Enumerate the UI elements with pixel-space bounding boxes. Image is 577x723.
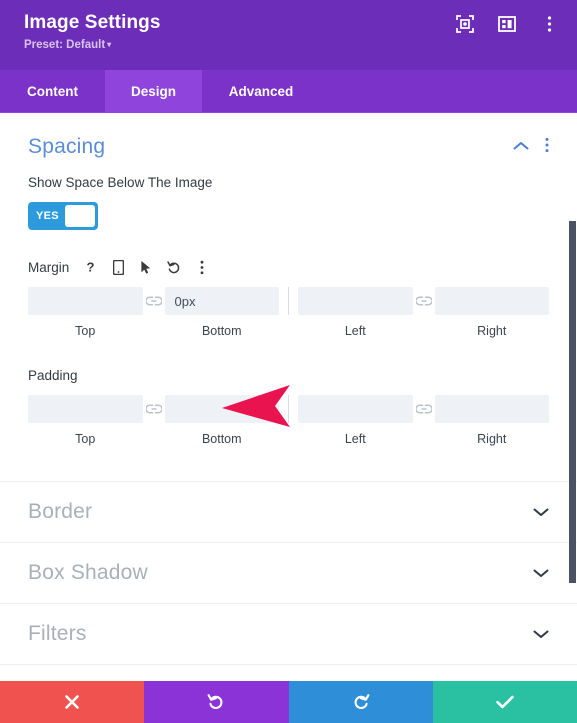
chevron-down-icon[interactable] [533, 507, 549, 517]
header-actions [455, 0, 559, 34]
tab-advanced[interactable]: Advanced [202, 70, 320, 112]
margin-left-input[interactable] [298, 287, 413, 315]
margin-fields: Top Bottom [28, 287, 549, 338]
spacing-header-actions [513, 137, 549, 158]
spacing-section-header[interactable]: Spacing [28, 113, 549, 175]
padding-top-bottom: Top Bottom [28, 395, 279, 446]
section-filters-title: Filters [28, 622, 87, 645]
padding-right-cell: Right [434, 395, 549, 446]
margin-title-row: Margin ? [28, 258, 549, 276]
responsive-device-icon[interactable] [111, 259, 125, 275]
padding-bottom-caption: Bottom [201, 432, 242, 446]
help-icon[interactable]: ? [83, 259, 97, 275]
margin-top-input[interactable] [28, 287, 143, 315]
padding-right-input[interactable] [434, 395, 549, 423]
margin-right-cell: Right [434, 287, 549, 338]
margin-divider [288, 287, 289, 315]
reset-icon[interactable] [167, 259, 181, 275]
spacing-section-title: Spacing [28, 135, 106, 158]
hover-pointer-icon[interactable] [139, 259, 153, 275]
discard-button[interactable] [0, 681, 145, 723]
margin-right-input[interactable] [434, 287, 549, 315]
padding-title-row: Padding [28, 366, 549, 384]
tab-content[interactable]: Content [0, 70, 105, 112]
link-padding-top-bottom-icon[interactable] [143, 395, 165, 423]
section-transform[interactable]: Transform [0, 665, 577, 681]
padding-bottom-cell: Bottom [164, 395, 279, 446]
margin-top-caption: Top [75, 324, 96, 338]
section-border-title: Border [28, 500, 93, 523]
padding-left-cell: Left [298, 395, 413, 446]
margin-right-caption: Right [477, 324, 507, 338]
preset-label: Preset: Default [24, 39, 106, 51]
margin-left-cell: Left [298, 287, 413, 338]
settings-body: Spacing Show Space Below The Image YES M… [0, 113, 577, 681]
image-settings-modal: Image Settings Preset: Default ▾ Content… [0, 0, 577, 723]
margin-left-caption: Left [344, 324, 366, 338]
chevron-down-icon[interactable] [533, 568, 549, 578]
link-top-bottom-icon[interactable] [143, 287, 165, 315]
padding-divider [288, 395, 289, 423]
more-options-icon[interactable] [539, 14, 559, 34]
settings-tabs: Content Design Advanced [0, 70, 577, 113]
padding-top-cell: Top [28, 395, 143, 446]
chevron-up-icon[interactable] [513, 138, 529, 156]
margin-bottom-cell: Bottom [164, 287, 279, 338]
padding-bottom-input[interactable] [164, 395, 279, 423]
section-border[interactable]: Border [0, 482, 577, 543]
section-box-shadow[interactable]: Box Shadow [0, 543, 577, 604]
link-left-right-icon[interactable] [413, 287, 435, 315]
section-filters[interactable]: Filters [0, 604, 577, 665]
padding-group: Padding Top Bottom Left Right [28, 366, 549, 446]
padding-top-input[interactable] [28, 395, 143, 423]
page-title: Image Settings [24, 12, 161, 33]
header-title-block: Image Settings Preset: Default ▾ [24, 0, 161, 52]
padding-left-input[interactable] [298, 395, 413, 423]
scrollbar-track[interactable] [568, 113, 577, 681]
scrollbar-thumb[interactable] [569, 221, 576, 583]
padding-fields: Top Bottom Left Right [28, 395, 549, 446]
preset-selector[interactable]: Preset: Default ▾ [24, 38, 161, 52]
undo-button[interactable] [144, 681, 289, 723]
margin-bottom-input[interactable] [164, 287, 279, 315]
focus-target-icon[interactable] [455, 14, 475, 34]
margin-more-options-icon[interactable] [195, 259, 209, 275]
section-box-shadow-title: Box Shadow [28, 561, 148, 584]
padding-left-caption: Left [344, 432, 366, 446]
margin-bottom-caption: Bottom [201, 324, 242, 338]
spacing-more-options-icon[interactable] [545, 137, 549, 158]
toggle-knob [65, 205, 95, 227]
section-spacing: Spacing Show Space Below The Image YES M… [0, 113, 577, 446]
margin-left-right: Left Right [298, 287, 549, 338]
show-space-label: Show Space Below The Image [28, 175, 213, 190]
padding-left-right: Left Right [298, 395, 549, 446]
collapsed-sections: Border Box Shadow Filters Transform [0, 481, 577, 681]
padding-label: Padding [28, 367, 78, 383]
tab-design[interactable]: Design [105, 70, 202, 112]
margin-top-bottom: Top Bottom [28, 287, 279, 338]
show-space-toggle[interactable]: YES [28, 202, 98, 230]
save-button[interactable] [432, 681, 577, 723]
margin-group: Margin ? Top 0px Bottom Left Right [28, 258, 549, 338]
toggle-value-label: YES [36, 210, 59, 222]
svg-text:?: ? [86, 260, 94, 274]
redo-button[interactable] [288, 681, 433, 723]
modal-footer [0, 681, 577, 723]
padding-top-caption: Top [75, 432, 96, 446]
margin-label: Margin [28, 259, 70, 275]
chevron-down-icon: ▾ [107, 40, 112, 49]
padding-right-caption: Right [477, 432, 507, 446]
modal-header: Image Settings Preset: Default ▾ [0, 0, 577, 70]
margin-top-cell: Top [28, 287, 143, 338]
chevron-down-icon[interactable] [533, 629, 549, 639]
layout-panel-icon[interactable] [497, 14, 517, 34]
link-padding-left-right-icon[interactable] [413, 395, 435, 423]
